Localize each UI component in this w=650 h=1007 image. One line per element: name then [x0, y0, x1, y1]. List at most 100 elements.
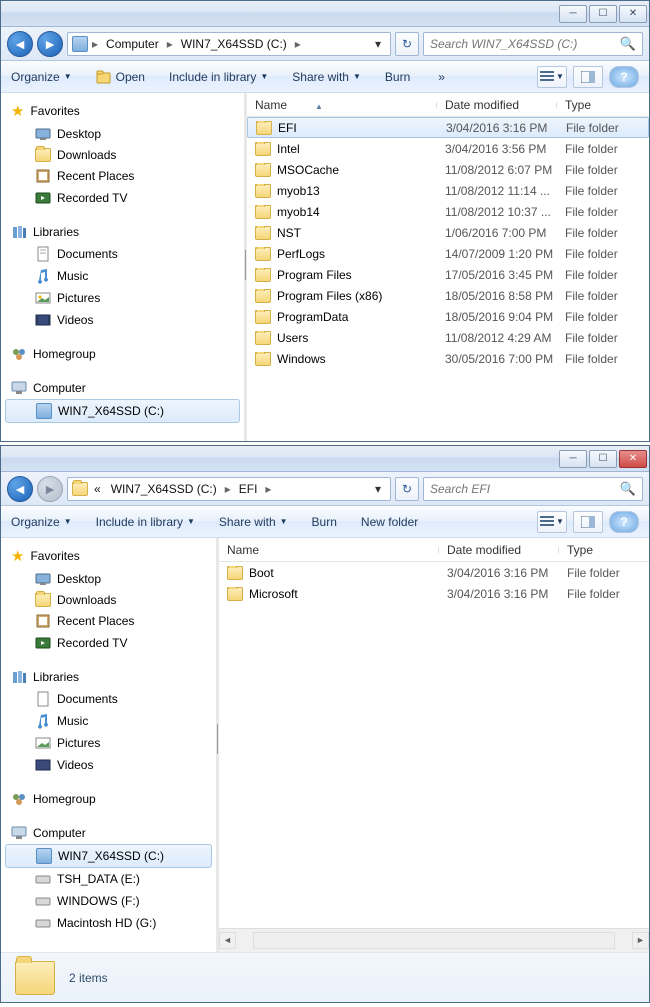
- table-row[interactable]: myob1311/08/2012 11:14 ...File folder: [247, 180, 649, 201]
- burn-button[interactable]: Burn: [385, 70, 410, 84]
- table-row[interactable]: Program Files17/05/2016 3:45 PMFile fold…: [247, 264, 649, 285]
- search-icon[interactable]: 🔍: [620, 481, 636, 497]
- help-button[interactable]: ?: [609, 511, 639, 533]
- address-dropdown-icon[interactable]: ▾: [370, 37, 386, 51]
- back-button[interactable]: ◄: [7, 31, 33, 57]
- splitter[interactable]: [216, 538, 219, 952]
- table-row[interactable]: ProgramData18/05/2016 9:04 PMFile folder: [247, 306, 649, 327]
- sidebar-item-music[interactable]: Music: [1, 265, 244, 287]
- table-row[interactable]: Microsoft3/04/2016 3:16 PMFile folder: [219, 583, 649, 604]
- breadcrumb-drive[interactable]: WIN7_X64SSD (C:): [177, 37, 291, 51]
- chevron-right-icon[interactable]: ▸: [90, 37, 100, 51]
- preview-pane-button[interactable]: [573, 511, 603, 533]
- libraries-group[interactable]: Libraries: [1, 666, 216, 688]
- table-row[interactable]: MSOCache11/08/2012 6:07 PMFile folder: [247, 159, 649, 180]
- sidebar-item-videos[interactable]: Videos: [1, 754, 216, 776]
- chevron-right-icon[interactable]: ▸: [263, 482, 273, 496]
- scroll-right-icon[interactable]: ►: [632, 932, 649, 949]
- titlebar[interactable]: ─ ☐ ✕: [1, 446, 649, 472]
- search-icon[interactable]: 🔍: [620, 36, 636, 52]
- sidebar-item-pictures[interactable]: Pictures: [1, 732, 216, 754]
- burn-button[interactable]: Burn: [312, 515, 337, 529]
- new-folder-button[interactable]: New folder: [361, 515, 418, 529]
- table-row[interactable]: Intel3/04/2016 3:56 PMFile folder: [247, 138, 649, 159]
- address-dropdown-icon[interactable]: ▾: [370, 482, 386, 496]
- favorites-group[interactable]: ★Favorites: [1, 544, 216, 568]
- sidebar-item-recent[interactable]: Recent Places: [1, 165, 244, 187]
- search-box[interactable]: 🔍: [423, 32, 643, 56]
- sidebar-item-recorded-tv[interactable]: Recorded TV: [1, 187, 244, 209]
- maximize-button[interactable]: ☐: [589, 5, 617, 23]
- scroll-track[interactable]: [253, 932, 615, 949]
- forward-button[interactable]: ►: [37, 31, 63, 57]
- sidebar-item-desktop[interactable]: Desktop: [1, 123, 244, 145]
- column-name[interactable]: Name: [219, 543, 439, 557]
- open-button[interactable]: Open: [96, 69, 145, 85]
- maximize-button[interactable]: ☐: [589, 450, 617, 468]
- sidebar-item-drive-e[interactable]: TSH_DATA (E:): [1, 868, 216, 890]
- splitter[interactable]: [244, 93, 247, 441]
- sidebar-item-documents[interactable]: Documents: [1, 243, 244, 265]
- help-button[interactable]: ?: [609, 66, 639, 88]
- sidebar-item-recorded-tv[interactable]: Recorded TV: [1, 632, 216, 654]
- search-input[interactable]: [430, 37, 610, 51]
- column-date[interactable]: Date modified: [439, 543, 559, 557]
- table-row[interactable]: NST1/06/2016 7:00 PMFile folder: [247, 222, 649, 243]
- sidebar-item-drive-c[interactable]: WIN7_X64SSD (C:): [5, 399, 240, 423]
- table-row[interactable]: myob1411/08/2012 10:37 ...File folder: [247, 201, 649, 222]
- include-menu[interactable]: Include in library ▼: [169, 70, 268, 84]
- search-input[interactable]: [430, 482, 610, 496]
- chevron-right-icon[interactable]: ▸: [293, 37, 303, 51]
- back-button[interactable]: ◄: [7, 476, 33, 502]
- homegroup-group[interactable]: Homegroup: [1, 343, 244, 365]
- sidebar-item-downloads[interactable]: Downloads: [1, 145, 244, 165]
- minimize-button[interactable]: ─: [559, 450, 587, 468]
- sidebar-item-pictures[interactable]: Pictures: [1, 287, 244, 309]
- homegroup-group[interactable]: Homegroup: [1, 788, 216, 810]
- view-options-button[interactable]: ▼: [537, 511, 567, 533]
- address-bar[interactable]: « WIN7_X64SSD (C:) ▸ EFI ▸ ▾: [67, 477, 391, 501]
- breadcrumb-ellipsis[interactable]: «: [90, 482, 105, 496]
- sidebar-item-drive-g[interactable]: Macintosh HD (G:): [1, 912, 216, 934]
- column-date[interactable]: Date modified: [437, 98, 557, 112]
- scroll-left-icon[interactable]: ◄: [219, 932, 236, 949]
- table-row[interactable]: Boot3/04/2016 3:16 PMFile folder: [219, 562, 649, 583]
- forward-button[interactable]: ►: [37, 476, 63, 502]
- table-row[interactable]: PerfLogs14/07/2009 1:20 PMFile folder: [247, 243, 649, 264]
- column-type[interactable]: Type: [557, 98, 647, 112]
- column-type[interactable]: Type: [559, 543, 649, 557]
- titlebar[interactable]: ─ ☐ ✕: [1, 1, 649, 27]
- table-row[interactable]: Windows30/05/2016 7:00 PMFile folder: [247, 348, 649, 369]
- include-menu[interactable]: Include in library ▼: [96, 515, 195, 529]
- share-menu[interactable]: Share with ▼: [219, 515, 288, 529]
- sidebar-item-recent[interactable]: Recent Places: [1, 610, 216, 632]
- minimize-button[interactable]: ─: [559, 5, 587, 23]
- search-box[interactable]: 🔍: [423, 477, 643, 501]
- sidebar-item-drive-c[interactable]: WIN7_X64SSD (C:): [5, 844, 212, 868]
- organize-menu[interactable]: Organize ▼: [11, 70, 72, 84]
- sidebar-item-drive-f[interactable]: WINDOWS (F:): [1, 890, 216, 912]
- table-row[interactable]: Program Files (x86)18/05/2016 8:58 PMFil…: [247, 285, 649, 306]
- organize-menu[interactable]: Organize ▼: [11, 515, 72, 529]
- breadcrumb-efi[interactable]: EFI: [235, 482, 262, 496]
- sidebar-item-videos[interactable]: Videos: [1, 309, 244, 331]
- chevron-right-icon[interactable]: ▸: [223, 482, 233, 496]
- table-row[interactable]: EFI3/04/2016 3:16 PMFile folder: [247, 117, 649, 138]
- toolbar-overflow[interactable]: »: [434, 70, 449, 84]
- table-row[interactable]: Users11/08/2012 4:29 AMFile folder: [247, 327, 649, 348]
- sidebar-item-downloads[interactable]: Downloads: [1, 590, 216, 610]
- close-button[interactable]: ✕: [619, 5, 647, 23]
- close-button[interactable]: ✕: [619, 450, 647, 468]
- favorites-group[interactable]: ★Favorites: [1, 99, 244, 123]
- libraries-group[interactable]: Libraries: [1, 221, 244, 243]
- refresh-button[interactable]: ↻: [395, 477, 419, 501]
- sidebar-item-documents[interactable]: Documents: [1, 688, 216, 710]
- horizontal-scrollbar[interactable]: ◄ ►: [219, 928, 649, 952]
- chevron-right-icon[interactable]: ▸: [165, 37, 175, 51]
- breadcrumb-computer[interactable]: Computer: [102, 37, 163, 51]
- sidebar-item-music[interactable]: Music: [1, 710, 216, 732]
- preview-pane-button[interactable]: [573, 66, 603, 88]
- computer-group[interactable]: Computer: [1, 377, 244, 399]
- address-bar[interactable]: ▸ Computer ▸ WIN7_X64SSD (C:) ▸ ▾: [67, 32, 391, 56]
- share-menu[interactable]: Share with ▼: [292, 70, 361, 84]
